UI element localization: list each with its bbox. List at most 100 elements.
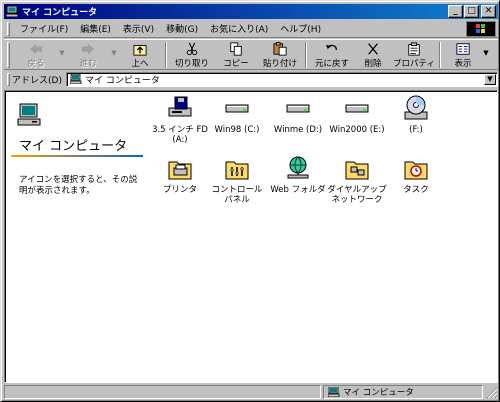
address-dropdown-button[interactable]: ▼ (484, 73, 496, 85)
address-label: アドレス(D) (12, 75, 62, 86)
menu-favorites[interactable]: お気に入り(A) (204, 22, 274, 35)
item-label: (F:) (409, 125, 423, 135)
close-button[interactable]: ✕ (481, 5, 496, 18)
list-item[interactable]: 3.5 インチ FD (A:) (150, 95, 210, 145)
forward-label: 進む (79, 59, 97, 69)
address-grip[interactable] (7, 72, 10, 86)
properties-icon (408, 42, 420, 56)
list-item[interactable]: ダイヤルアップ ネットワーク (327, 155, 387, 205)
address-value: マイ コンピュータ (84, 75, 160, 86)
title-bar[interactable]: マイ コンピュータ _ □ ✕ (4, 4, 498, 19)
delete-button[interactable]: 削除 (354, 40, 392, 69)
maximize-icon: □ (467, 6, 476, 16)
list-item[interactable]: Web フォルダ (268, 155, 328, 195)
info-pane-divider (11, 155, 143, 157)
explorer-window: マイ コンピュータ _ □ ✕ ファイル(F) 編集(E) 表示(V) 移動(G… (0, 0, 500, 402)
address-input[interactable]: マイ コンピュータ ▼ (65, 71, 498, 87)
standard-toolbar: 戻る ▼ 進む ▼ 上へ 切り取り コピー 貼り付け 元に戻す 削除 プロパティ… (4, 39, 498, 70)
my-computer-icon (69, 74, 82, 84)
menu-go[interactable]: 移動(G) (160, 22, 204, 35)
back-arrow-icon (29, 43, 43, 55)
item-label: プリンタ (162, 185, 197, 195)
scissors-icon (186, 42, 198, 56)
status-panel-main (4, 385, 321, 399)
item-label: 3.5 インチ FD (A:) (152, 125, 208, 145)
paste-label: 貼り付け (262, 59, 297, 69)
toolbar-grip[interactable] (7, 42, 10, 68)
toolbar-separator (439, 42, 441, 68)
paste-button[interactable]: 貼り付け (258, 40, 302, 69)
delete-label: 削除 (364, 59, 382, 69)
windows-logo-icon (466, 21, 496, 37)
list-item[interactable]: プリンタ (150, 155, 210, 195)
back-button[interactable]: 戻る (14, 40, 58, 69)
views-label: 表示 (454, 59, 472, 69)
list-item[interactable]: Win2000 (E:) (327, 95, 387, 135)
minimize-button[interactable]: _ (448, 5, 463, 18)
my-computer-large-icon (17, 103, 41, 126)
maximize-button[interactable]: □ (464, 5, 479, 18)
list-item[interactable]: (F:) (386, 95, 446, 135)
info-pane-title: マイ コンピュータ (19, 139, 128, 154)
menu-view[interactable]: 表示(V) (117, 22, 160, 35)
toolbar-separator (305, 42, 307, 68)
item-label: Winme (D:) (273, 125, 323, 135)
scheduled-tasks-icon (404, 161, 428, 180)
menu-edit[interactable]: 編集(E) (74, 22, 117, 35)
menu-file[interactable]: ファイル(F) (14, 22, 74, 35)
paste-icon (273, 42, 287, 56)
web-folders-icon (287, 156, 309, 179)
copy-label: コピー (223, 59, 249, 69)
my-computer-icon (6, 6, 19, 17)
minimize-icon: _ (453, 6, 458, 16)
forward-dropdown[interactable]: ▼ (110, 49, 118, 57)
undo-icon (325, 44, 338, 50)
copy-button[interactable]: コピー (214, 40, 258, 69)
properties-label: プロパティ (393, 59, 435, 69)
cut-button[interactable]: 切り取り (170, 40, 214, 69)
item-label: Win98 (C:) (214, 125, 260, 135)
cd-drive-icon (404, 95, 428, 120)
views-button[interactable]: 表示 (444, 40, 482, 69)
menu-bar: ファイル(F) 編集(E) 表示(V) 移動(G) お気に入り(A) ヘルプ(H… (4, 20, 498, 38)
close-icon: ✕ (484, 6, 493, 16)
item-label: Web フォルダ (270, 185, 326, 195)
list-item[interactable]: タスク (386, 155, 446, 195)
up-button[interactable]: 上へ (118, 40, 162, 69)
item-label: コントロール パネル (211, 185, 263, 205)
back-dropdown[interactable]: ▼ (58, 49, 66, 57)
forward-arrow-icon (81, 43, 95, 55)
undo-button[interactable]: 元に戻す (310, 40, 354, 69)
list-item[interactable]: コントロール パネル (207, 155, 267, 205)
info-pane-description: アイコンを選択すると、その説明が表示されます。 (19, 175, 138, 196)
content-pane: マイ コンピュータ アイコンを選択すると、その説明が表示されます。 3.5 イン… (4, 90, 498, 383)
menu-help[interactable]: ヘルプ(H) (274, 22, 327, 35)
up-folder-icon (133, 45, 147, 56)
status-bar: マイ コンピュータ (4, 384, 498, 400)
status-panel-zone: マイ コンピュータ (323, 385, 483, 399)
list-item[interactable]: Winme (D:) (268, 95, 328, 135)
window-title: マイ コンピュータ (22, 8, 98, 18)
floppy-drive-icon (168, 96, 192, 117)
item-label: Win2000 (E:) (329, 125, 385, 135)
control-panel-icon (225, 161, 249, 180)
item-grid: 3.5 インチ FD (A:) Win98 (C:) Winme (D:) Wi… (150, 95, 490, 215)
item-label: ダイヤルアップ ネットワーク (327, 185, 387, 205)
address-bar: アドレス(D) マイ コンピュータ ▼ (4, 71, 498, 87)
delete-x-icon (368, 43, 378, 55)
resize-grip[interactable] (484, 385, 498, 399)
cut-label: 切り取り (174, 59, 209, 69)
my-computer-icon (328, 387, 340, 397)
hard-drive-icon (286, 104, 310, 113)
views-dropdown[interactable]: ▼ (482, 49, 490, 57)
properties-button[interactable]: プロパティ (392, 40, 436, 69)
list-item[interactable]: Win98 (C:) (207, 95, 267, 135)
back-label: 戻る (27, 59, 45, 69)
toolbar-separator (165, 42, 167, 68)
views-grid-icon (456, 43, 470, 55)
chevron-down-icon: ▼ (487, 74, 493, 83)
dialup-networking-icon (345, 161, 369, 180)
forward-button[interactable]: 進む (66, 40, 110, 69)
menu-grip[interactable] (7, 21, 10, 36)
undo-label: 元に戻す (314, 59, 349, 69)
